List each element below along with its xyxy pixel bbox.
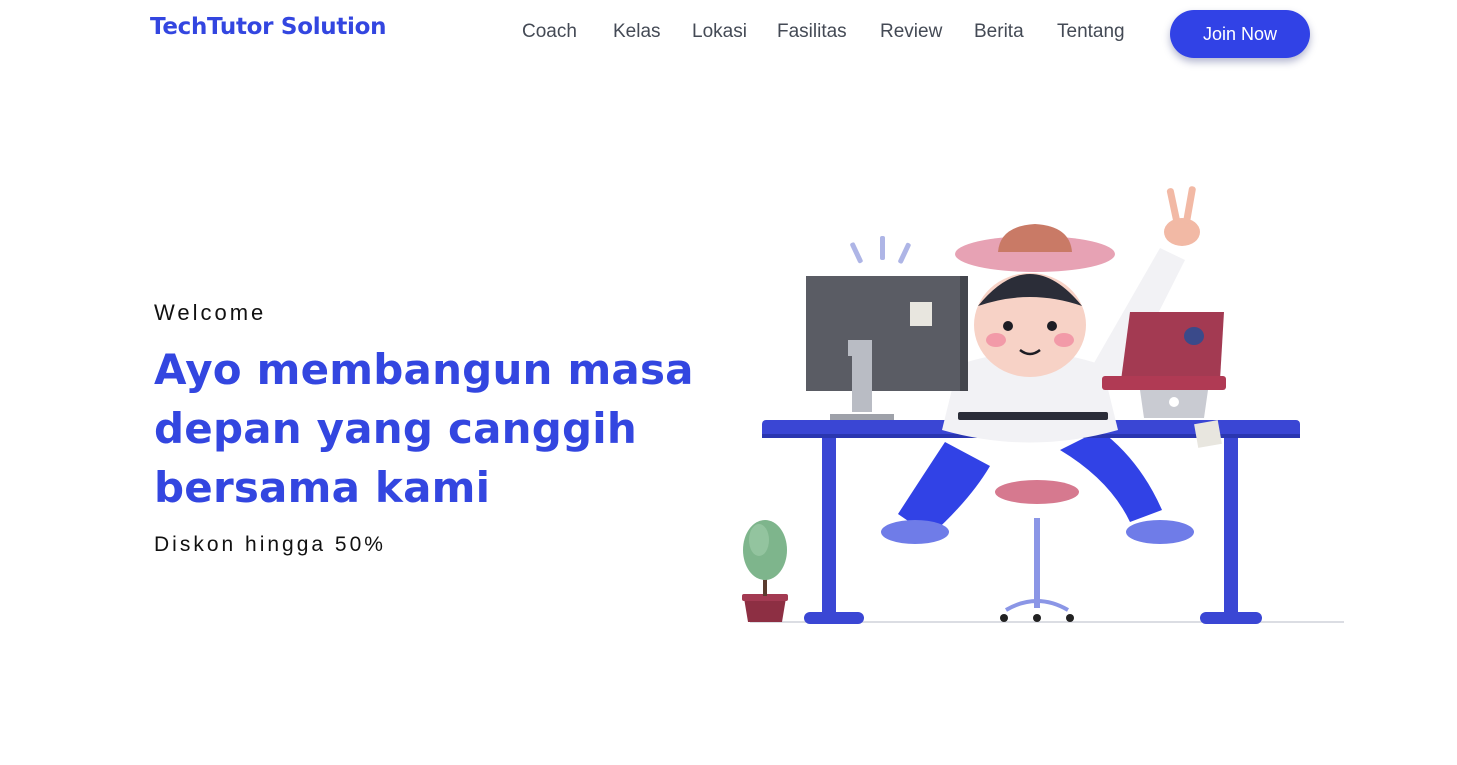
person-at-desk-illustration bbox=[742, 186, 1344, 624]
monitor-icon bbox=[806, 276, 968, 420]
hat-icon bbox=[955, 224, 1115, 272]
hero-headline: Ayo membangun masa depan yang canggih be… bbox=[154, 345, 694, 512]
nav-link-tentang[interactable]: Tentang bbox=[1057, 21, 1125, 43]
top-navbar: TechTutor Solution Coach Kelas Lokasi Fa… bbox=[0, 0, 1457, 70]
nav-link-coach[interactable]: Coach bbox=[522, 21, 577, 43]
hero-eyebrow: Welcome bbox=[154, 300, 267, 325]
hero-discount-text: Diskon hingga 50% bbox=[154, 533, 386, 556]
chair-icon bbox=[995, 480, 1079, 622]
nav-link-kelas[interactable]: Kelas bbox=[613, 21, 661, 43]
peace-hand-icon bbox=[1164, 186, 1200, 246]
nav-link-review[interactable]: Review bbox=[880, 21, 942, 43]
nav-link-lokasi[interactable]: Lokasi bbox=[692, 21, 747, 43]
join-now-button[interactable]: Join Now bbox=[1170, 10, 1310, 58]
plant-icon bbox=[742, 520, 788, 622]
nav-link-berita[interactable]: Berita bbox=[974, 21, 1024, 43]
brand-logo[interactable]: TechTutor Solution bbox=[150, 14, 387, 40]
nav-link-fasilitas[interactable]: Fasilitas bbox=[777, 21, 847, 43]
